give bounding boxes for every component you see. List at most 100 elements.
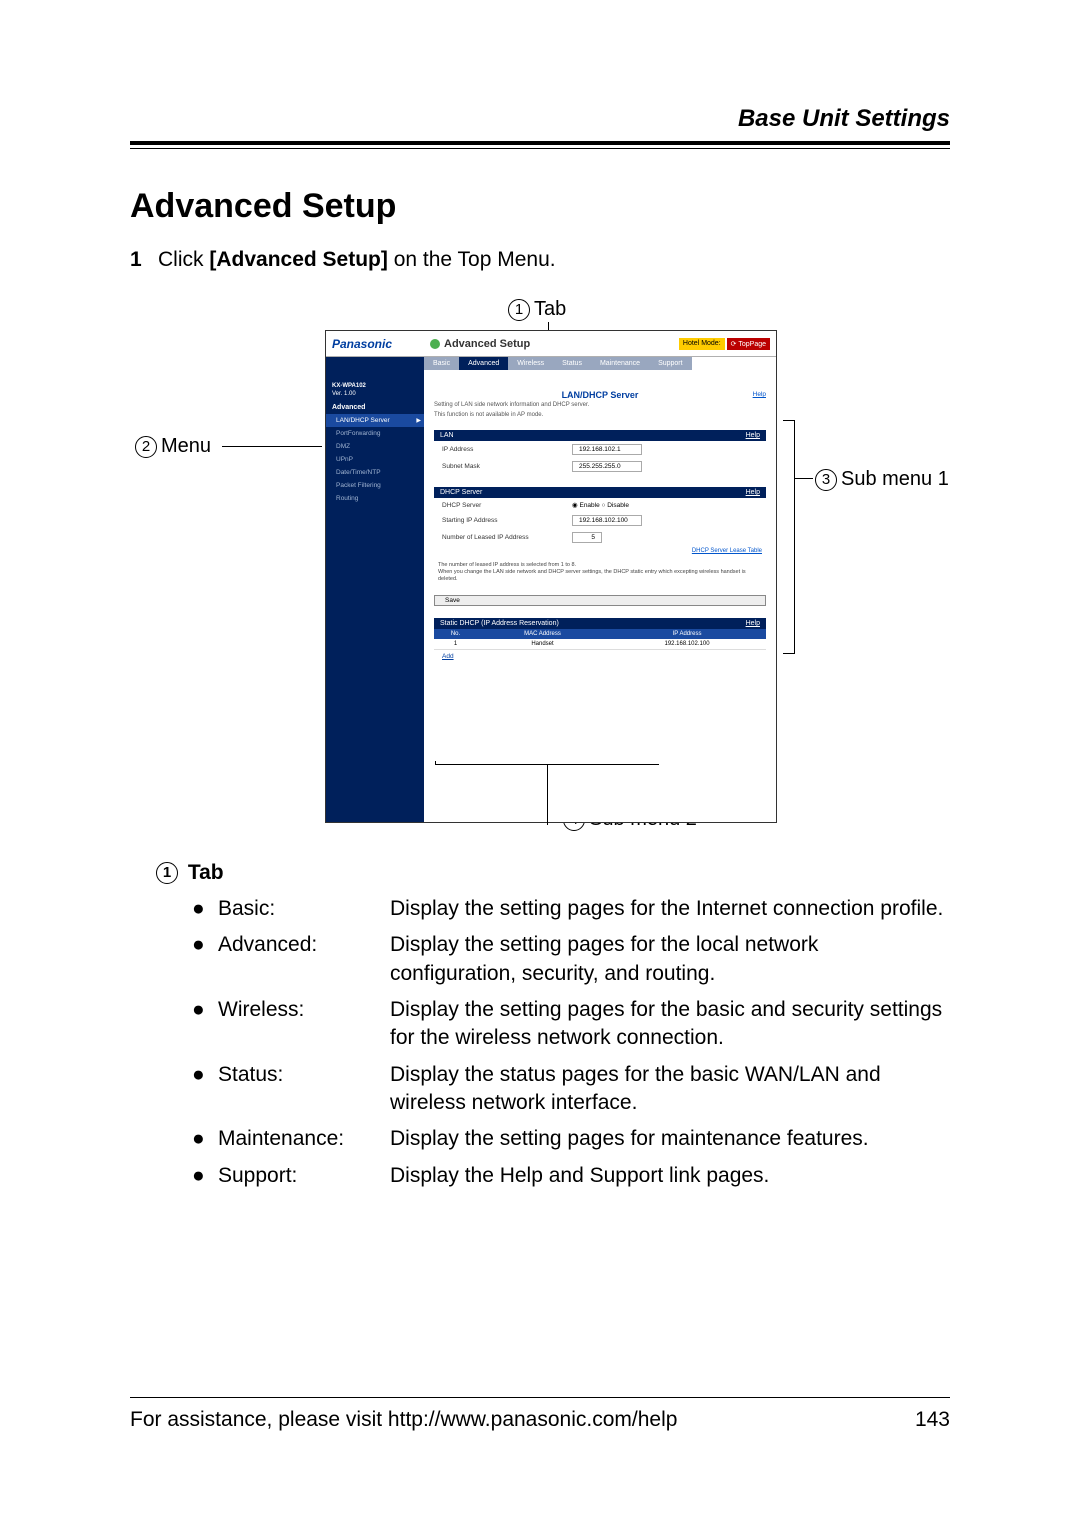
tab-maintenance[interactable]: Maintenance	[591, 357, 649, 370]
desc-text-basic: Display the setting pages for the Intern…	[390, 895, 950, 923]
menu-dmz[interactable]: DMZ	[326, 440, 424, 453]
menu-routing[interactable]: Routing	[326, 492, 424, 505]
desc-row-advanced: ● Advanced: Display the setting pages fo…	[130, 927, 950, 992]
bullet-icon: ●	[192, 895, 206, 923]
row-ip: IP Address 192.168.102.1	[434, 441, 766, 458]
step-bold: [Advanced Setup]	[209, 248, 388, 271]
lease-table-link[interactable]: DHCP Server Lease Table	[434, 546, 766, 556]
subnet-input[interactable]: 255.255.255.0	[572, 461, 642, 472]
desc-row-wireless: ● Wireless: Display the setting pages fo…	[130, 992, 950, 1057]
sidebar-heading: Advanced	[326, 401, 424, 414]
desc-label-advanced: Advanced:	[218, 931, 378, 988]
table-header-row: No. MAC Address IP Address	[434, 629, 766, 639]
menu-upnp[interactable]: UPnP	[326, 453, 424, 466]
section-static: Static DHCP (IP Address Reservation) Help	[434, 618, 766, 629]
disable-label: Disable	[607, 502, 629, 509]
row-subnet: Subnet Mask 255.255.255.0	[434, 458, 766, 475]
tab-status[interactable]: Status	[553, 357, 591, 370]
row-num-leased: Number of Leased IP Address 5	[434, 529, 766, 546]
header-rule	[130, 141, 950, 149]
table-row: 1 Handset 192.168.102.100	[434, 639, 766, 650]
desc-text-support: Display the Help and Support link pages.	[390, 1162, 950, 1190]
start-ip-input[interactable]: 192.168.102.100	[572, 515, 642, 526]
menu-lan-dhcp[interactable]: LAN/DHCP Server	[326, 414, 424, 427]
hotel-label: Hotel Mode:	[683, 340, 721, 347]
desc-label-basic: Basic:	[218, 895, 378, 923]
desc-label-status: Status:	[218, 1061, 378, 1118]
desc-heading: 1 Tab	[130, 861, 950, 885]
tab-advanced[interactable]: Advanced	[459, 357, 508, 370]
menu-datetime[interactable]: Date/Time/NTP	[326, 466, 424, 479]
desc-label-maint: Maintenance:	[218, 1125, 378, 1153]
section-lan: LAN Help	[434, 430, 766, 441]
desc-label-wireless: Wireless:	[218, 996, 378, 1053]
page-header-title: Base Unit Settings	[130, 105, 950, 133]
ss-model-block: KX-WPA102 Ver. 1.00	[326, 383, 424, 401]
callout-submenu1: 3Sub menu 1	[815, 468, 949, 491]
callout-menu-label: Menu	[161, 435, 211, 457]
bullet-icon: ●	[192, 1162, 206, 1190]
ss-desc1: Setting of LAN side network information …	[434, 402, 766, 408]
reboot-button[interactable]: ⟳ TopPage	[727, 338, 770, 350]
ss-top-buttons: Hotel Mode: ⟳ TopPage	[679, 338, 770, 350]
sec-lan-label: LAN	[440, 432, 454, 439]
desc-heading-text: Tab	[188, 861, 224, 884]
ip-input[interactable]: 192.168.102.1	[572, 444, 642, 455]
hotel-mode-button[interactable]: Hotel Mode:	[679, 338, 725, 350]
desc-row-support: ● Support: Display the Help and Support …	[130, 1158, 950, 1194]
step-text: Click [Advanced Setup] on the Top Menu.	[158, 248, 556, 272]
desc-label-support: Support:	[218, 1162, 378, 1190]
callout-menu: 2Menu	[135, 435, 211, 458]
num-leased-label: Number of Leased IP Address	[442, 534, 572, 541]
td-mac: Handset	[477, 639, 608, 650]
bullet-icon: ●	[192, 1125, 206, 1153]
tab-support[interactable]: Support	[649, 357, 692, 370]
add-link[interactable]: Add	[434, 650, 462, 663]
ss-page-name: Advanced Setup	[430, 338, 679, 350]
subnet-label: Subnet Mask	[442, 463, 572, 470]
desc-text-wireless: Display the setting pages for the basic …	[390, 996, 950, 1053]
dhcp-radios[interactable]: ◉ Enable ○ Disable	[572, 501, 629, 509]
router-screenshot: Panasonic Advanced Setup Hotel Mode: ⟳ T…	[325, 330, 777, 823]
section-dhcp: DHCP ServerHelp	[434, 487, 766, 498]
ss-tabs: Basic Advanced Wireless Status Maintenan…	[424, 357, 766, 370]
th-ip: IP Address	[608, 629, 766, 639]
help-link-dhcp[interactable]: Help	[746, 489, 760, 496]
reboot-icon: ⟳	[731, 341, 737, 348]
ss-pagename-text: Advanced Setup	[444, 338, 530, 350]
tab-basic[interactable]: Basic	[424, 357, 459, 370]
ss-version: Ver. 1.00	[332, 391, 418, 397]
sec-static-label: Static DHCP (IP Address Reservation)	[440, 620, 559, 627]
circ-2: 2	[135, 436, 157, 458]
td-no: 1	[434, 639, 477, 650]
circ-1: 1	[508, 299, 530, 321]
tab-wireless[interactable]: Wireless	[508, 357, 553, 370]
section-title: Advanced Setup	[130, 187, 950, 226]
description-block: 1 Tab ● Basic: Display the setting pages…	[130, 861, 950, 1194]
help-link-lan[interactable]: Help	[746, 432, 760, 439]
desc-text-status: Display the status pages for the basic W…	[390, 1061, 950, 1118]
ip-label: IP Address	[442, 446, 572, 453]
note1: The number of leased IP address is selec…	[438, 562, 576, 568]
row-start-ip: Starting IP Address 192.168.102.100	[434, 512, 766, 529]
desc-text-maint: Display the setting pages for maintenanc…	[390, 1125, 950, 1153]
menu-portfwd[interactable]: PortForwarding	[326, 427, 424, 440]
static-table: No. MAC Address IP Address 1 Handset 192…	[434, 629, 766, 650]
help-link-static[interactable]: Help	[746, 620, 760, 627]
page-footer: For assistance, please visit http://www.…	[130, 1397, 950, 1432]
step-number: 1	[130, 248, 148, 272]
ss-topbar: Panasonic Advanced Setup Hotel Mode: ⟳ T…	[326, 331, 776, 357]
ss-body: KX-WPA102 Ver. 1.00 Advanced LAN/DHCP Se…	[326, 357, 776, 822]
save-button[interactable]: Save	[434, 595, 766, 606]
note2: When you change the LAN side network and…	[438, 569, 746, 582]
menu-packetfilter[interactable]: Packet Filtering	[326, 479, 424, 492]
ss-model: KX-WPA102	[332, 383, 418, 389]
desc-row-status: ● Status: Display the status pages for t…	[130, 1057, 950, 1122]
circ-3: 3	[815, 469, 837, 491]
footer-page: 143	[915, 1408, 950, 1432]
callout-line-sm1	[795, 478, 813, 479]
bracket-submenu1	[783, 420, 795, 654]
toppage-label: TopPage	[738, 341, 766, 348]
num-leased-input[interactable]: 5	[572, 532, 602, 543]
desc-text-advanced: Display the setting pages for the local …	[390, 931, 950, 988]
